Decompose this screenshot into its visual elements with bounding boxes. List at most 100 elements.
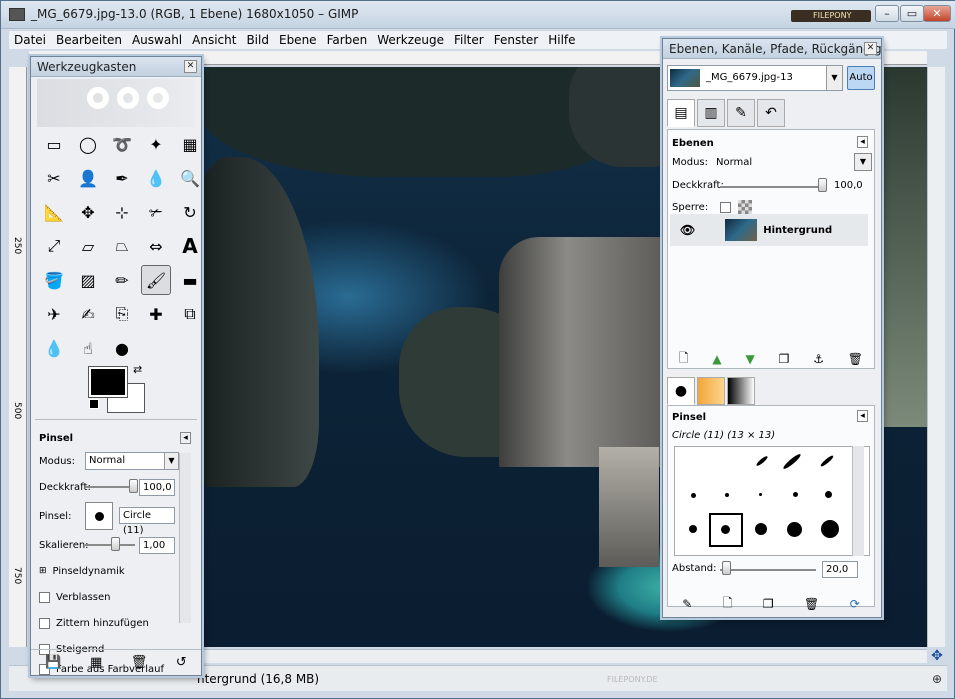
paintbrush-icon[interactable]: 🖌 [141,265,171,295]
foreground-select-icon[interactable]: 👤 [73,163,103,193]
menu-farben[interactable]: Farben [322,31,373,49]
raise-layer-icon[interactable]: ▲ [712,352,721,366]
refresh-brushes-icon[interactable]: ⟳ [850,597,860,611]
brushes-scrollbar[interactable] [852,446,864,556]
tab-gradients[interactable] [727,377,755,405]
image-select[interactable]: _MG_6679.jpg-13 ▼ [667,65,843,91]
paths-icon[interactable]: ✒ [107,163,137,193]
crop-icon[interactable]: ✃ [141,197,171,227]
visibility-eye-icon[interactable]: 👁 [680,223,695,237]
blur-icon[interactable]: 💧 [39,333,69,363]
blend-icon[interactable]: ▨ [73,265,103,295]
duplicate-layer-icon[interactable]: ❐ [779,352,790,366]
tab-menu-icon[interactable]: ◂ [180,432,191,444]
scale-slider[interactable] [85,544,135,546]
close-button[interactable]: ✕ [923,5,951,22]
layers-dock-close-button[interactable]: ✕ [864,42,877,55]
duplicate-brush-icon[interactable]: ❐ [763,597,774,611]
menu-hilfe[interactable]: Hilfe [543,31,580,49]
heal-icon[interactable]: ✚ [141,299,171,329]
menu-werkzeuge[interactable]: Werkzeuge [372,31,449,49]
layer-opacity-handle[interactable] [818,178,827,192]
restore-options-icon[interactable]: ▦ [90,655,102,670]
spacing-handle[interactable] [722,561,731,575]
perspective-icon[interactable]: ⏢ [107,231,137,261]
tab-channels[interactable]: ▥ [697,99,725,127]
clone-icon[interactable]: ⎘ [107,299,137,329]
auto-button[interactable]: Auto [847,66,875,90]
zoom-icon[interactable]: 🔍 [175,163,205,193]
lock-pixels-checkbox[interactable] [720,202,731,213]
by-color-select-icon[interactable]: ▦ [175,129,205,159]
opacity-slider-handle[interactable] [129,479,138,493]
tab-layers[interactable]: ▤ [667,99,695,127]
perspective-clone-icon[interactable]: ⧉ [175,299,205,329]
tab-patterns[interactable] [697,377,725,405]
ellipse-select-icon[interactable]: ◯ [73,129,103,159]
layer-opacity-value[interactable]: 100,0 [834,180,863,191]
spacing-value[interactable]: 20,0 [822,561,858,578]
menu-auswahl[interactable]: Auswahl [127,31,187,49]
minimize-button[interactable]: – [875,5,899,22]
delete-brush-icon[interactable]: 🗑 [804,597,819,611]
menu-ebene[interactable]: Ebene [274,31,322,49]
vertical-scrollbar[interactable] [927,67,945,647]
foreground-color-swatch[interactable] [89,367,127,397]
options-scrollbar[interactable] [179,453,191,623]
layers-tab-menu-icon[interactable]: ◂ [857,136,868,148]
align-icon[interactable]: ⊹ [107,197,137,227]
eraser-icon[interactable]: ▬ [175,265,205,295]
opacity-value[interactable]: 100,0 [139,478,175,496]
bucket-fill-icon[interactable]: 🪣 [39,265,69,295]
reset-options-icon[interactable]: ↺ [176,655,187,670]
new-layer-icon[interactable]: 🗋 [679,349,689,370]
opacity-slider[interactable] [85,486,135,488]
maximize-button[interactable]: ▭ [900,5,924,22]
rotate-icon[interactable]: ↻ [175,197,205,227]
color-area[interactable]: ⇄ [71,363,201,415]
menu-fenster[interactable]: Fenster [489,31,544,49]
flip-icon[interactable]: ⇔ [141,231,171,261]
brushes-tab-menu-icon[interactable]: ◂ [857,410,868,422]
shear-icon[interactable]: ▱ [73,231,103,261]
pencil-icon[interactable]: ✏ [107,265,137,295]
menu-filter[interactable]: Filter [449,31,489,49]
edit-brush-icon[interactable]: ✎ [682,597,692,611]
delete-options-icon[interactable]: 🗑 [131,655,148,670]
scale-value[interactable]: 1,00 [139,536,175,554]
scale-icon[interactable]: ⤢ [39,231,69,261]
lower-layer-icon[interactable]: ▼ [746,352,755,366]
dodge-burn-icon[interactable]: ● [107,333,137,363]
ink-icon[interactable]: ✍ [73,299,103,329]
scissors-icon[interactable]: ✂ [39,163,69,193]
expand-icon[interactable]: ⊞ [39,566,47,576]
layer-opacity-slider[interactable] [720,186,824,188]
menu-ansicht[interactable]: Ansicht [187,31,241,49]
menu-bild[interactable]: Bild [241,31,274,49]
dynamics-label[interactable]: Pinseldynamik [53,566,125,577]
free-select-icon[interactable]: ➰ [107,129,137,159]
delete-layer-icon[interactable]: 🗑 [848,352,863,366]
mode-select[interactable]: Normal ▼ [85,452,179,470]
zoom-icon[interactable]: ⊕ [929,671,945,687]
tab-undo[interactable]: ↶ [757,99,785,127]
move-icon[interactable]: ✥ [73,197,103,227]
smudge-icon[interactable]: ☝ [73,333,103,363]
color-picker-icon[interactable]: 💧 [141,163,171,193]
spacing-slider[interactable] [720,569,816,571]
brush-preview-button[interactable] [85,502,113,530]
layer-name[interactable]: Hintergrund [763,225,832,236]
text-icon[interactable]: A [175,231,205,261]
layer-mode-value[interactable]: Normal [716,157,752,168]
measure-icon[interactable]: 📐 [39,197,69,227]
navigate-icon[interactable]: ✥ [929,648,945,664]
tab-paths[interactable]: ✎ [727,99,755,127]
layer-row[interactable]: 👁 Hintergrund [670,214,868,246]
fade-checkbox[interactable] [39,591,50,603]
airbrush-icon[interactable]: ✈ [39,299,69,329]
scale-slider-handle[interactable] [111,537,120,551]
fuzzy-select-icon[interactable]: ✦ [141,129,171,159]
default-colors-icon[interactable] [89,399,99,409]
tab-brushes[interactable]: ● [667,377,695,405]
menu-datei[interactable]: Datei [9,31,51,49]
